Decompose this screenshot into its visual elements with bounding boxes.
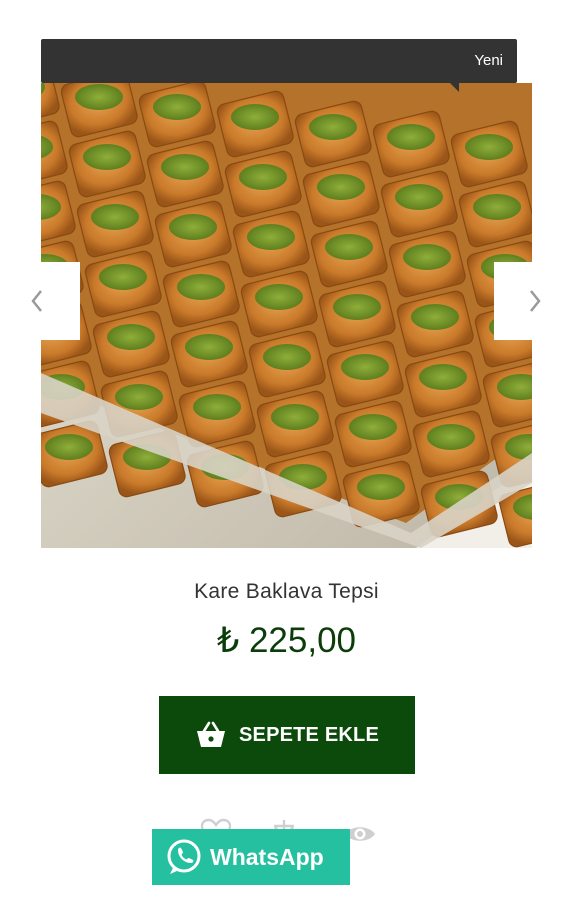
baklava-tray-image [41,83,532,548]
whatsapp-label: WhatsApp [210,843,324,870]
product-price: ₺ 225,00 [216,621,357,660]
new-badge-bar: Yeni [41,39,517,92]
add-to-cart-label: SEPETE EKLE [238,723,379,746]
badge-tail [450,83,459,92]
product-image[interactable] [41,83,532,548]
basket-icon [196,721,225,747]
whatsapp-button[interactable]: WhatsApp [152,829,350,885]
product-title[interactable]: Kare Baklava Tepsi [0,580,573,604]
chevron-left-icon [31,290,42,312]
product-card: Yeni Kare Baklava Tepsi ₺ 225,00 SEPETE … [0,0,573,900]
carousel-prev-button[interactable] [22,262,52,340]
whatsapp-icon [167,839,201,874]
carousel-next-button[interactable] [520,262,550,340]
chevron-right-icon [530,290,541,312]
add-to-cart-button[interactable]: SEPETE EKLE [159,696,415,774]
new-badge-label: Yeni [474,52,503,69]
